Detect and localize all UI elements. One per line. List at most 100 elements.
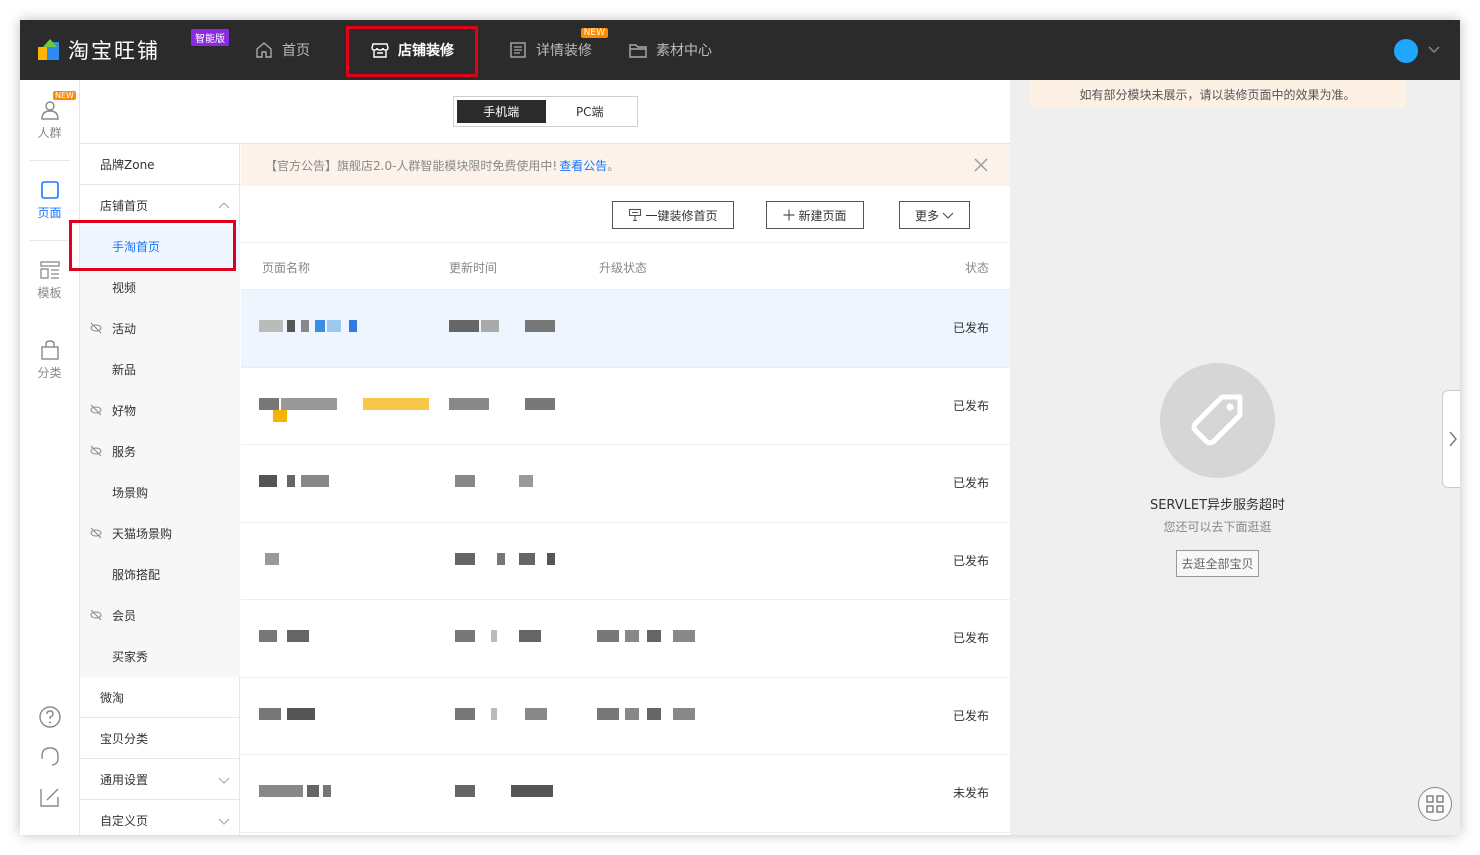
nav-home-label: 首页: [282, 43, 310, 59]
table-row[interactable]: 已发布: [241, 600, 1010, 678]
announcement-link[interactable]: 查看公告: [559, 157, 607, 174]
nav-shop-decor[interactable]: 店铺装修: [346, 20, 478, 80]
folder-icon: [629, 44, 647, 58]
rail-crowd[interactable]: NEW 人群: [20, 80, 79, 160]
blurred-upgrade: [597, 630, 697, 644]
col-page-name: 页面名称: [262, 261, 311, 275]
qr-code-icon: [1426, 795, 1444, 813]
menu-brand-zone[interactable]: 品牌Zone: [80, 144, 240, 185]
person-icon: [40, 101, 59, 120]
user-avatar[interactable]: [1394, 39, 1418, 63]
eye-hidden-icon[interactable]: [90, 527, 102, 539]
col-status: 状态: [964, 261, 989, 275]
menu-shop-home[interactable]: 店铺首页: [80, 185, 240, 226]
main-nav: 首页 店铺装修 详情装修 NEW 素材中心: [242, 20, 724, 80]
menu-buyer-show[interactable]: 买家秀: [80, 636, 240, 677]
announcement-suffix: 。: [607, 158, 620, 173]
qr-code-button[interactable]: [1418, 787, 1452, 821]
table-row[interactable]: 已发布: [241, 678, 1010, 755]
menu-general-settings[interactable]: 通用设置: [80, 759, 240, 800]
menu-new-items[interactable]: 新品: [80, 349, 240, 390]
chevron-up-icon: [218, 202, 230, 209]
rail-template-label: 模板: [37, 286, 62, 300]
menu-video[interactable]: 视频: [80, 267, 240, 308]
document-icon: [510, 42, 526, 58]
browse-all-button[interactable]: 去逛全部宝贝: [1176, 550, 1259, 577]
chevron-right-icon: [1449, 431, 1457, 447]
rail-crowd-label: 人群: [37, 126, 62, 140]
status-label: 已发布: [952, 398, 989, 413]
device-switch: 手机端 PC端: [453, 96, 638, 127]
menu-outfit[interactable]: 服饰搭配: [80, 554, 240, 595]
menu-scene-buy[interactable]: 场景购: [80, 472, 240, 513]
rail-category-label: 分类: [37, 366, 62, 380]
blurred-upgrade: [597, 707, 697, 722]
menu-activity[interactable]: 活动: [80, 308, 240, 349]
menu-label: 品牌Zone: [100, 157, 155, 172]
eye-hidden-icon[interactable]: [90, 609, 102, 621]
logo[interactable]: 淘宝旺铺 智能版: [38, 29, 229, 65]
col-updated: 更新时间: [449, 261, 498, 275]
highlight-box: [346, 26, 478, 77]
table-row[interactable]: 已发布: [241, 523, 1010, 600]
menu-label: 通用设置: [100, 772, 149, 787]
menu-member[interactable]: 会员: [80, 595, 240, 636]
eye-hidden-icon[interactable]: [90, 445, 102, 457]
menu-custom-page[interactable]: 自定义页: [80, 800, 240, 835]
help-icon[interactable]: [38, 705, 62, 729]
menu-mobile-home[interactable]: 手淘首页: [80, 226, 240, 267]
blurred-time: [449, 785, 559, 799]
menu-service[interactable]: 服务: [80, 431, 240, 472]
more-button[interactable]: 更多: [899, 201, 970, 229]
chevron-down-icon: [218, 777, 230, 784]
table-row[interactable]: 已发布: [241, 445, 1010, 523]
error-subtitle: 您还可以去下面逛逛: [1163, 520, 1272, 534]
blurred-time: [449, 397, 559, 412]
menu-tmall-scene[interactable]: 天猫场景购: [80, 513, 240, 554]
blurred-time: [449, 475, 559, 489]
blurred-time: [449, 707, 559, 722]
logo-icon: [38, 39, 60, 61]
chevron-down-icon: [218, 818, 230, 825]
rail-page[interactable]: 页面: [20, 160, 79, 240]
blurred-time: [449, 552, 559, 567]
eye-hidden-icon[interactable]: [90, 404, 102, 416]
menu-weitao[interactable]: 微淘: [80, 677, 240, 718]
menu-item-category[interactable]: 宝贝分类: [80, 718, 240, 759]
menu-good-items[interactable]: 好物: [80, 390, 240, 431]
status-label: 已发布: [952, 321, 989, 335]
edit-icon[interactable]: [38, 785, 62, 809]
table-row[interactable]: 已发布: [241, 368, 1010, 445]
menu-label: 服务: [112, 445, 137, 459]
menu-label: 视频: [112, 281, 137, 295]
chevron-down-icon[interactable]: [1427, 42, 1441, 56]
nav-materials[interactable]: 素材中心: [616, 20, 724, 80]
table-row[interactable]: 已发布: [241, 290, 1010, 368]
switch-mobile[interactable]: 手机端: [457, 100, 546, 123]
menu-label: 店铺首页: [100, 199, 149, 213]
switch-pc[interactable]: PC端: [546, 100, 635, 123]
nav-home[interactable]: 首页: [242, 20, 322, 80]
status-label: 已发布: [952, 553, 989, 568]
rail-category[interactable]: 分类: [20, 320, 79, 400]
rail-template[interactable]: 模板: [20, 240, 79, 320]
panel-toggle[interactable]: [1442, 390, 1460, 488]
blurred-name: [259, 320, 359, 334]
bag-icon: [40, 340, 59, 360]
menu-label: 服饰搭配: [112, 568, 161, 582]
one-click-decor-button[interactable]: 一键装修首页: [612, 201, 734, 229]
nav-detail-decor[interactable]: 详情装修 NEW: [496, 20, 608, 80]
menu-label: 微淘: [100, 690, 125, 705]
plus-icon: [783, 209, 795, 221]
close-icon[interactable]: [974, 158, 988, 172]
new-page-button[interactable]: 新建页面: [766, 201, 864, 229]
page-menu: 品牌Zone 店铺首页 手淘首页 视频 活动 新品 好物 服务 场景购 天猫场景…: [80, 144, 240, 835]
table-row[interactable]: 未发布: [241, 755, 1010, 833]
app-window: 淘宝旺铺 智能版 首页 店铺装修 详情装修 NEW 素材中心 NEW 人群 页面…: [20, 20, 1460, 835]
rail-page-label: 页面: [37, 206, 62, 220]
eye-hidden-icon[interactable]: [90, 322, 102, 334]
table-header: 页面名称 更新时间 升级状态 状态: [241, 242, 1010, 290]
blurred-name: [265, 552, 285, 567]
headset-icon[interactable]: [38, 745, 62, 769]
nav-detail-decor-label: 详情装修: [536, 43, 592, 59]
